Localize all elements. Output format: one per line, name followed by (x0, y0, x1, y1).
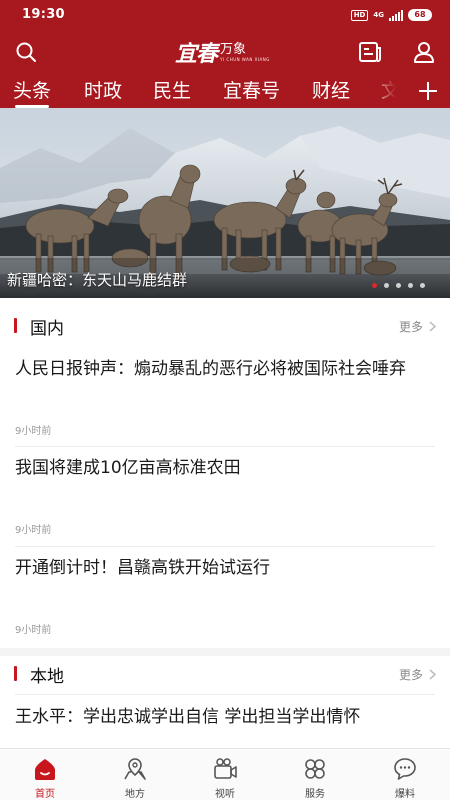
more-label: 更多 (398, 320, 423, 334)
more-label: 更多 (398, 668, 423, 682)
logo-sub-text: 万象 (220, 41, 247, 57)
hd-badge: HD (350, 9, 369, 21)
app-header: 宜春 万象 YI CHUN WAN XIANG (0, 30, 450, 74)
logo-main-text: 宜春 (175, 41, 218, 67)
banner-caption: 新疆哈密：东天山马鹿结群 (7, 271, 188, 289)
news-item[interactable]: 我国将建成10亿亩高标准农田 9小时前 (0, 447, 450, 546)
status-indicators: HD 4G 68 (350, 8, 432, 22)
signal-icon (389, 9, 403, 21)
chevron-right-icon (429, 321, 436, 332)
nav-home[interactable]: 首页 (0, 749, 90, 800)
tab-livelihood[interactable]: 民生 (153, 78, 191, 106)
section-title: 本地 (30, 667, 64, 687)
bottom-nav: 首页 地方 视听 服务 爆料 (0, 748, 450, 800)
news-title: 我国将建成10亿亩高标准农田 (15, 458, 241, 478)
tab-yichun-accounts[interactable]: 宜春号 (223, 78, 280, 106)
search-icon (16, 42, 36, 62)
user-icon (414, 42, 434, 63)
app-screen: 19:30 HD 4G 68 宜春 万象 YI CHUN WAN XIANG 头… (0, 0, 450, 800)
nav-label: 爆料 (395, 789, 415, 800)
tab-headlines[interactable]: 头条 (13, 78, 51, 108)
news-time: 9小时前 (15, 426, 52, 437)
news-title: 王水平：学出忠诚学出自信 学出担当学出情怀 (15, 707, 361, 727)
news-item[interactable]: 王水平：学出忠诚学出自信 学出担当学出情怀 (0, 700, 450, 740)
news-item[interactable]: 人民日报钟声：煽动暴乱的恶行必将被国际社会唾弃 9小时前 (0, 354, 450, 446)
nav-label: 地方 (125, 789, 145, 800)
divider (15, 694, 435, 695)
user-button[interactable] (410, 38, 438, 66)
more-button[interactable]: 更多 (399, 666, 436, 683)
section-title: 国内 (30, 319, 64, 339)
banner-dot-active[interactable] (372, 283, 377, 288)
category-tabs: 头条 时政 民生 宜春号 财经 文 (0, 74, 450, 108)
nav-label: 服务 (305, 789, 325, 800)
logo-pinyin: YI CHUN WAN XIANG (220, 56, 270, 62)
news-title: 开通倒计时！昌赣高铁开始试运行 (15, 558, 270, 578)
news-time: 9小时前 (15, 625, 52, 636)
video-camera-icon (214, 758, 237, 779)
tabs-fade (368, 74, 408, 108)
nav-label: 首页 (35, 789, 55, 800)
nav-local[interactable]: 地方 (90, 749, 180, 800)
news-title: 人民日报钟声：煽动暴乱的恶行必将被国际社会唾弃 (15, 359, 406, 379)
section-header: 本地 更多 (0, 656, 450, 692)
section-accent-bar (14, 318, 17, 333)
chevron-right-icon (429, 669, 436, 680)
tab-politics[interactable]: 时政 (84, 78, 122, 106)
logo-sub: 万象 YI CHUN WAN XIANG (220, 41, 270, 62)
section-accent-bar (14, 666, 17, 681)
nav-services[interactable]: 服务 (270, 749, 360, 800)
banner-dot[interactable] (420, 283, 425, 288)
news-time: 9小时前 (15, 525, 52, 536)
newspaper-icon (359, 42, 381, 62)
local-section: 本地 更多 王水平：学出忠诚学出自信 学出担当学出情怀 (0, 656, 450, 748)
nav-video[interactable]: 视听 (180, 749, 270, 800)
battery-icon: 68 (408, 9, 432, 21)
plus-icon (419, 82, 437, 100)
location-icon (124, 758, 146, 780)
banner-dot[interactable] (408, 283, 413, 288)
services-grid-icon (305, 759, 325, 779)
app-logo: 宜春 万象 YI CHUN WAN XIANG (175, 38, 275, 67)
more-button[interactable]: 更多 (399, 318, 436, 335)
nav-label: 视听 (215, 789, 235, 800)
banner-dot[interactable] (384, 283, 389, 288)
network-type: 4G (373, 11, 384, 19)
add-tab-button[interactable] (414, 77, 442, 105)
tab-finance[interactable]: 财经 (312, 78, 350, 106)
status-bar: 19:30 HD 4G 68 (0, 0, 450, 30)
home-icon (35, 759, 55, 780)
domestic-section: 国内 更多 人民日报钟声：煽动暴乱的恶行必将被国际社会唾弃 9小时前 我国将建成… (0, 298, 450, 648)
banner-pagination (372, 283, 425, 288)
chat-bubble-icon (394, 758, 416, 780)
banner-dot[interactable] (396, 283, 401, 288)
newspaper-button[interactable] (356, 38, 384, 66)
status-time: 19:30 (22, 7, 65, 22)
news-item[interactable]: 开通倒计时！昌赣高铁开始试运行 9小时前 (0, 547, 450, 646)
section-header: 国内 更多 (0, 298, 450, 354)
nav-tipoff[interactable]: 爆料 (360, 749, 450, 800)
search-button[interactable] (12, 38, 40, 66)
